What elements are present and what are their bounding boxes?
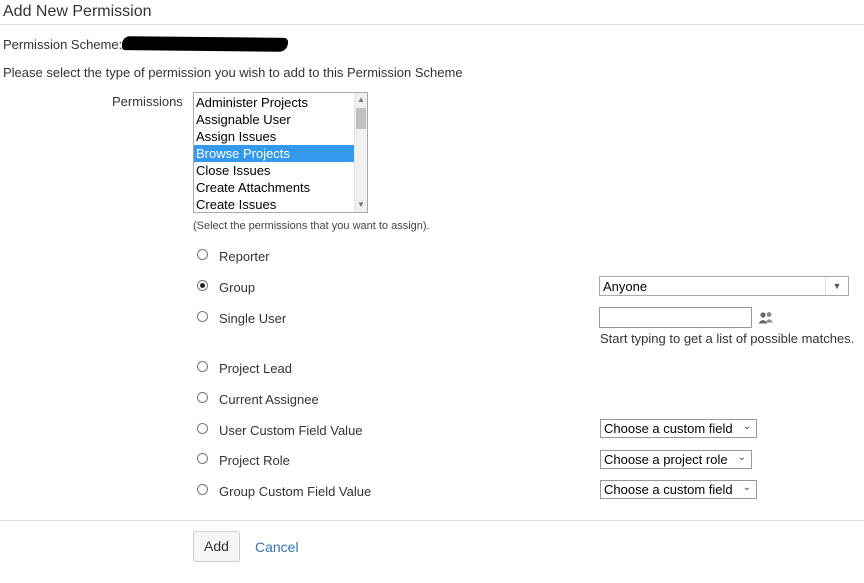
user-custom-field-label: User Custom Field Value (219, 423, 363, 438)
footer-divider (0, 520, 864, 521)
project-lead-label: Project Lead (219, 361, 292, 376)
page-title: Add New Permission (3, 3, 152, 20)
permission-option-administer-projects[interactable]: Administer Projects (194, 94, 356, 111)
current-assignee-radio[interactable] (197, 392, 208, 403)
permission-option-create-attachments[interactable]: Create Attachments (194, 179, 356, 196)
project-role-select-value: Choose a project role (604, 452, 728, 467)
single-user-radio[interactable] (197, 311, 208, 322)
reporter-radio[interactable] (197, 249, 208, 260)
project-lead-radio[interactable] (197, 361, 208, 372)
single-user-label: Single User (219, 311, 287, 326)
permission-option-create-issues[interactable]: Create Issues (194, 196, 356, 212)
scrollbar-thumb[interactable] (356, 108, 366, 129)
group-label: Group (219, 280, 256, 295)
single-user-input[interactable] (599, 307, 752, 328)
permission-option-assignable-user[interactable]: Assignable User (194, 111, 356, 128)
scroll-down-icon[interactable]: ▼ (355, 198, 367, 212)
permission-scheme-label: Permission Scheme: (3, 37, 123, 52)
project-role-select[interactable]: Choose a project role ⌄ (600, 450, 752, 469)
add-button[interactable]: Add (193, 531, 240, 562)
group-custom-field-radio[interactable] (197, 484, 208, 495)
group-radio[interactable] (197, 280, 208, 291)
chevron-down-icon: ⌄ (742, 482, 751, 493)
user-custom-field-select[interactable]: Choose a custom field ⌄ (600, 419, 757, 438)
title-divider (0, 24, 864, 25)
user-picker-icon[interactable] (757, 310, 775, 326)
reporter-label: Reporter (219, 249, 270, 264)
user-custom-field-radio[interactable] (197, 423, 208, 434)
redacted-scheme-name (121, 36, 289, 52)
group-custom-field-select[interactable]: Choose a custom field ⌄ (600, 480, 757, 499)
permissions-listbox[interactable]: Administer Projects Assignable User Assi… (193, 92, 368, 213)
instructions-text: Please select the type of permission you… (3, 65, 463, 80)
group-custom-field-label: Group Custom Field Value (219, 484, 372, 499)
project-role-label: Project Role (219, 453, 290, 468)
current-assignee-label: Current Assignee (219, 392, 319, 407)
permissions-label: Permissions (112, 94, 183, 109)
user-custom-field-select-value: Choose a custom field (604, 421, 733, 436)
permission-option-close-issues[interactable]: Close Issues (194, 162, 356, 179)
project-role-radio[interactable] (197, 453, 208, 464)
chevron-down-icon[interactable]: ▼ (825, 277, 848, 295)
single-user-hint: Start typing to get a list of possible m… (600, 331, 855, 346)
group-custom-field-select-value: Choose a custom field (604, 482, 733, 497)
listbox-scrollbar[interactable]: ▲ ▼ (354, 93, 367, 212)
permission-option-assign-issues[interactable]: Assign Issues (194, 128, 356, 145)
permissions-hint: (Select the permissions that you want to… (193, 220, 430, 232)
chevron-down-icon: ⌄ (742, 421, 751, 432)
scroll-up-icon[interactable]: ▲ (355, 93, 367, 107)
permission-option-browse-projects[interactable]: Browse Projects (194, 145, 356, 162)
chevron-down-icon: ⌄ (737, 452, 746, 463)
group-select[interactable]: Anyone ▼ (599, 276, 849, 296)
group-select-value: Anyone (603, 279, 648, 294)
cancel-link[interactable]: Cancel (255, 539, 299, 555)
